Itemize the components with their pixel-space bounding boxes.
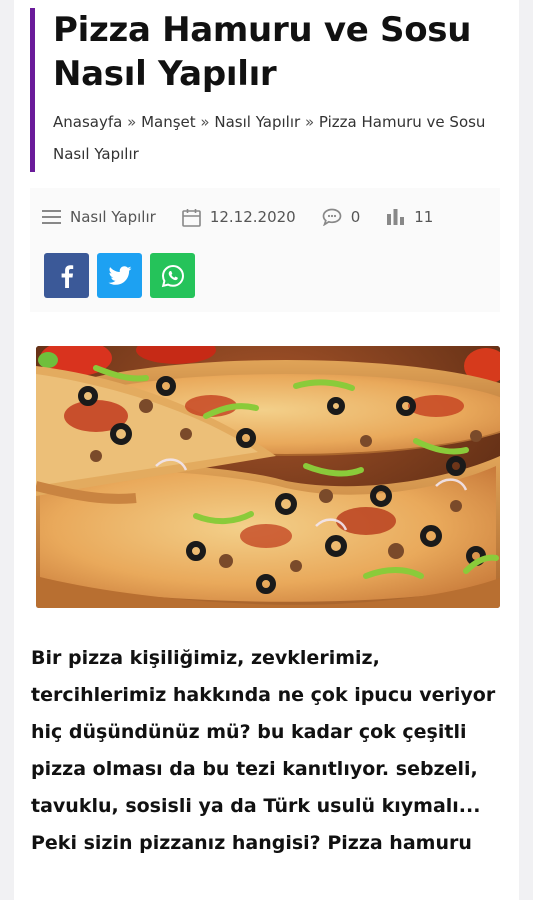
meta-date-label: 12.12.2020 <box>209 208 296 226</box>
meta-comments-count: 0 <box>350 208 361 226</box>
bar-chart-icon <box>387 209 405 225</box>
whatsapp-share-button[interactable] <box>150 253 195 298</box>
title-block: Pizza Hamuru ve Sosu Nasıl Yapılır Anasa… <box>30 8 500 172</box>
pizza-hero-image <box>36 346 500 608</box>
breadcrumb-separator: » <box>304 113 319 131</box>
menu-icon <box>42 210 61 224</box>
meta-date: 12.12.2020 <box>182 208 296 227</box>
article-body: Bir pizza kişiliğimiz, zevklerimiz, terc… <box>31 647 496 854</box>
breadcrumb-home[interactable]: Anasayfa <box>53 113 122 131</box>
post-meta-row: Nasıl Yapılır 12.12.2020 0 11 <box>42 202 459 232</box>
meta-category-label: Nasıl Yapılır <box>70 208 156 226</box>
breadcrumb: Anasayfa » Manşet » Nasıl Yapılır » Pizz… <box>53 106 500 170</box>
post-meta-box: Nasıl Yapılır 12.12.2020 0 11 <box>30 188 500 312</box>
meta-views: 11 <box>386 208 433 226</box>
breadcrumb-separator: » <box>127 113 142 131</box>
facebook-share-button[interactable] <box>44 253 89 298</box>
share-buttons <box>44 253 195 298</box>
pizza-illustration <box>36 346 500 608</box>
twitter-share-button[interactable] <box>97 253 142 298</box>
page-title: Pizza Hamuru ve Sosu Nasıl Yapılır <box>53 10 472 94</box>
calendar-icon <box>182 208 201 227</box>
meta-comments[interactable]: 0 <box>322 208 361 226</box>
breadcrumb-category[interactable]: Nasıl Yapılır <box>214 113 300 131</box>
comments-icon <box>322 208 342 226</box>
meta-views-count: 11 <box>414 208 434 226</box>
article-page: Pizza Hamuru ve Sosu Nasıl Yapılır Anasa… <box>14 0 519 900</box>
whatsapp-icon <box>161 264 184 287</box>
twitter-icon <box>108 265 131 285</box>
facebook-icon <box>61 264 73 288</box>
meta-category[interactable]: Nasıl Yapılır <box>42 208 156 226</box>
breadcrumb-manset[interactable]: Manşet <box>141 113 196 131</box>
breadcrumb-separator: » <box>200 113 215 131</box>
